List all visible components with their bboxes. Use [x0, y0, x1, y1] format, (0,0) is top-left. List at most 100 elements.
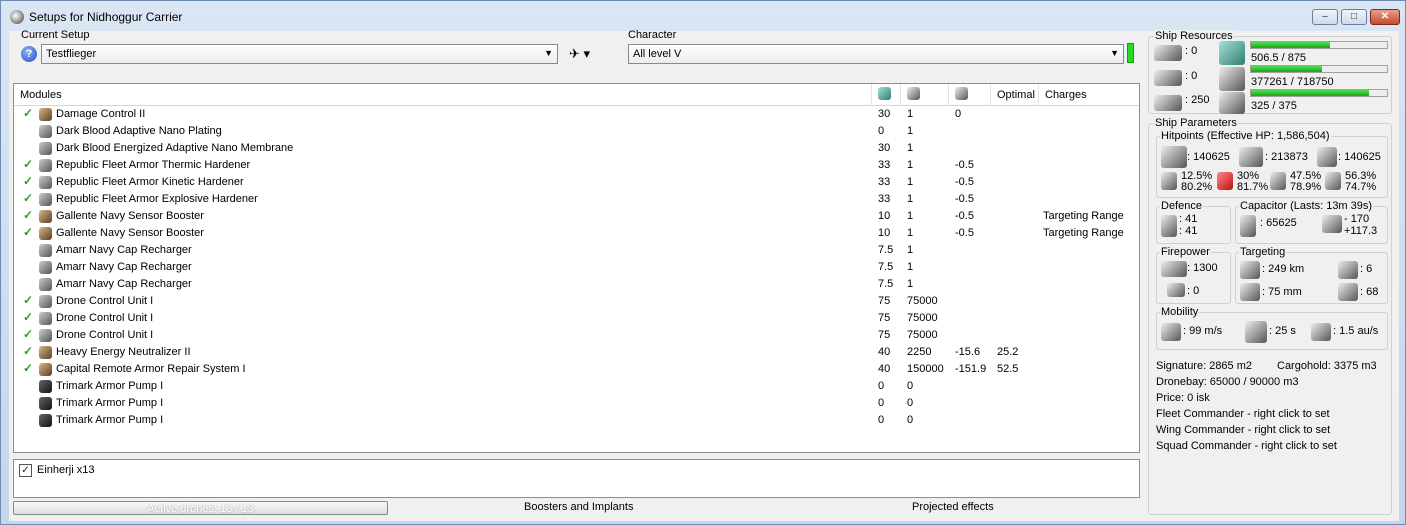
thermal-resist-armor: 81.7% [1237, 181, 1269, 193]
table-row[interactable]: Trimark Armor Pump I 0 0 [14, 378, 1139, 395]
header-powergrid-icon[interactable] [901, 84, 949, 106]
table-row[interactable]: ✓ Republic Fleet Armor Explosive Hardener… [14, 191, 1139, 208]
module-name: Amarr Navy Cap Recharger [56, 244, 192, 256]
table-row[interactable]: ✓ Republic Fleet Armor Kinetic Hardener 33… [14, 174, 1139, 191]
table-row[interactable]: Trimark Armor Pump I 0 0 [14, 395, 1139, 412]
header-capacitor-icon[interactable] [949, 84, 991, 106]
modules-list[interactable]: Modules Optimal Charges ✓ Damage Control … [13, 83, 1140, 453]
explosive-resist-icon [1325, 172, 1341, 190]
calibration-value: 325 / 375 [1251, 100, 1297, 112]
active-check-icon[interactable]: ✓ [23, 208, 33, 222]
module-name: Republic Fleet Armor Thermic Hardener [56, 159, 251, 171]
table-row[interactable]: Amarr Navy Cap Recharger 7.5 1 [14, 259, 1139, 276]
cpu-bar [1250, 41, 1388, 49]
module-name: Drone Control Unit I [56, 329, 154, 341]
targeting-range: : 249 km [1262, 263, 1305, 275]
module-capacitor: -151.9 [955, 363, 987, 375]
boosters-implants-button[interactable]: Boosters and Implants [524, 501, 633, 513]
module-cpu: 7.5 [878, 261, 894, 273]
active-check-icon[interactable]: ✓ [23, 157, 33, 171]
squad-commander[interactable]: Squad Commander - right click to set [1156, 440, 1337, 452]
table-row[interactable]: ✓ Gallente Navy Sensor Booster 10 1 -0.5 Targ… [14, 208, 1139, 225]
firepower-title: Firepower [1160, 246, 1211, 258]
active-check-icon[interactable]: ✓ [23, 361, 33, 375]
maximize-button[interactable]: □ [1341, 9, 1367, 25]
app-window: Setups for Nidhoggur Carrier – □ ✕ Curre… [0, 0, 1406, 525]
module-icon [39, 329, 52, 342]
max-targets-icon [1338, 261, 1358, 279]
module-name: Trimark Armor Pump I [56, 397, 164, 409]
projected-effects-button[interactable]: Projected effects [912, 501, 994, 513]
module-name: Trimark Armor Pump I [56, 414, 164, 426]
kinetic-resist-armor: 78.9% [1290, 181, 1322, 193]
table-row[interactable]: Trimark Armor Pump I 0 0 [14, 412, 1139, 429]
cpu-value: 506.5 / 875 [1251, 52, 1307, 64]
module-cpu: 75 [878, 295, 891, 307]
active-check-icon[interactable]: ✓ [23, 191, 33, 205]
active-check-icon[interactable]: ✓ [23, 293, 33, 307]
header-cpu-icon[interactable] [872, 84, 901, 106]
defence-title: Defence [1160, 200, 1203, 212]
chevron-down-icon: ▼ [544, 48, 553, 58]
minimize-button[interactable]: – [1312, 9, 1338, 25]
table-row[interactable]: Amarr Navy Cap Recharger 7.5 1 [14, 276, 1139, 293]
table-row[interactable]: Dark Blood Energized Adaptive Nano Membr… [14, 140, 1139, 157]
table-row[interactable]: ✓ Drone Control Unit I 75 75000 [14, 310, 1139, 327]
drones-list[interactable]: ✓ Einherji x13 [13, 459, 1140, 498]
table-row[interactable]: Dark Blood Adaptive Nano Plating 0 1 [14, 123, 1139, 140]
range-icon [1240, 261, 1260, 279]
low-slots: : 250 [1185, 94, 1210, 106]
active-check-icon[interactable]: ✓ [23, 106, 33, 120]
dronebay: Dronebay: 65000 / 90000 m3 [1156, 376, 1299, 388]
calibration-icon [1219, 92, 1245, 114]
table-row[interactable]: ✓ Heavy Energy Neutralizer II 40 2250 -15.6 2… [14, 344, 1139, 361]
module-cpu: 7.5 [878, 244, 894, 256]
table-row[interactable]: ✓ Gallente Navy Sensor Booster 10 1 -0.5 Targ… [14, 225, 1139, 242]
module-powergrid: 1 [907, 210, 914, 222]
module-cpu: 0 [878, 380, 885, 392]
active-check-icon[interactable]: ✓ [23, 174, 33, 188]
module-powergrid: 75000 [907, 329, 938, 341]
ship-parameters-group: Ship Parameters Hitpoints (Effective HP:… [1148, 117, 1392, 515]
active-check-icon[interactable]: ✓ [23, 327, 33, 341]
table-row[interactable]: ✓ Drone Control Unit I 75 75000 [14, 327, 1139, 344]
header-optimal[interactable]: Optimal [991, 84, 1039, 106]
table-row[interactable]: ✓ Drone Control Unit I 75 75000 [14, 293, 1139, 310]
drone-menu-icon[interactable]: ✈ ▾ [569, 46, 590, 62]
mobility-group: Mobility : 99 m/s : 25 s : 1.5 au/s [1156, 306, 1388, 350]
module-icon [39, 397, 52, 410]
max-velocity: : 99 m/s [1183, 325, 1223, 337]
active-check-icon[interactable]: ✓ [23, 310, 33, 324]
sensor-strength-icon [1338, 283, 1358, 301]
table-row[interactable]: ✓ Republic Fleet Armor Thermic Hardener 33… [14, 157, 1139, 174]
module-icon [39, 142, 52, 155]
module-icon [39, 159, 52, 172]
active-check-icon[interactable]: ✓ [23, 344, 33, 358]
title-bar[interactable]: Setups for Nidhoggur Carrier – □ ✕ [1, 1, 1405, 31]
setup-dropdown[interactable]: Testflieger ▼ [41, 44, 558, 64]
wing-commander[interactable]: Wing Commander - right click to set [1156, 424, 1330, 436]
drone-item[interactable]: Einherji x13 [37, 464, 94, 476]
fleet-commander[interactable]: Fleet Commander - right click to set [1156, 408, 1330, 420]
shield-hp: : 140625 [1187, 151, 1230, 163]
scan-resolution: : 75 mm [1262, 286, 1302, 298]
header-charges[interactable]: Charges [1039, 84, 1139, 106]
active-check-icon[interactable]: ✓ [23, 225, 33, 239]
module-name: Heavy Energy Neutralizer II [56, 346, 191, 358]
close-button[interactable]: ✕ [1370, 9, 1400, 25]
table-row[interactable]: ✓ Damage Control II 30 1 0 [14, 106, 1139, 123]
table-row[interactable]: ✓ Capital Remote Armor Repair System I 40 1… [14, 361, 1139, 378]
table-row[interactable]: Amarr Navy Cap Recharger 7.5 1 [14, 242, 1139, 259]
powergrid-bar [1250, 65, 1388, 73]
character-dropdown[interactable]: All level V ▼ [628, 44, 1124, 64]
active-drones-bar: Active drones: 13 / 13 [13, 501, 388, 515]
module-cpu: 10 [878, 227, 891, 239]
module-icon [39, 261, 52, 274]
module-icon [39, 125, 52, 138]
drone-checkbox[interactable]: ✓ [19, 464, 32, 477]
warp-speed: : 1.5 au/s [1333, 325, 1379, 337]
help-icon[interactable]: ? [21, 46, 37, 62]
header-modules[interactable]: Modules [14, 84, 872, 106]
module-icon [39, 380, 52, 393]
module-icon [39, 193, 52, 206]
